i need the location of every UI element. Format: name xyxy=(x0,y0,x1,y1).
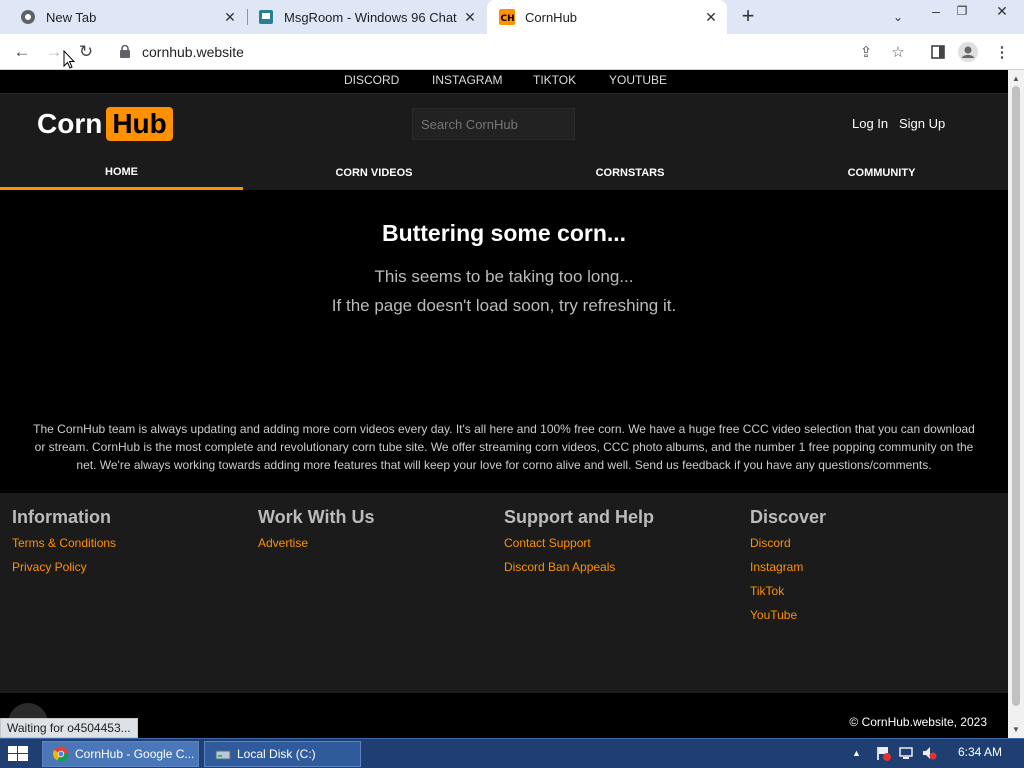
taskbar-item-explorer[interactable]: Local Disk (C:) xyxy=(204,741,361,767)
scrollbar-thumb[interactable] xyxy=(1012,86,1020,706)
social-link-instagram[interactable]: INSTAGRAM xyxy=(432,73,502,87)
reload-icon[interactable]: ↻ xyxy=(75,41,97,63)
footer-heading: Discover xyxy=(750,507,827,527)
social-link-tiktok[interactable]: TIKTOK xyxy=(533,73,576,87)
footer-link-contact-support[interactable]: Contact Support xyxy=(504,534,654,553)
svg-text:CH: CH xyxy=(501,14,515,24)
nav-home[interactable]: HOME xyxy=(0,156,243,190)
main-nav: HOME CORN VIDEOS CORNSTARS COMMUNITY xyxy=(0,156,1008,190)
tab-cornhub[interactable]: CH CornHub ✕ xyxy=(487,0,727,34)
taskbar-clock[interactable]: 6:34 AM xyxy=(958,745,1002,759)
tab-title: CornHub xyxy=(525,9,578,25)
window-close-icon[interactable]: ✕ xyxy=(986,0,1018,34)
loading-line-2: If the page doesn't load soon, try refre… xyxy=(331,296,677,315)
drive-icon xyxy=(215,746,231,762)
social-link-youtube[interactable]: YOUTUBE xyxy=(609,73,667,87)
page-viewport: DISCORD INSTAGRAM TIKTOK YOUTUBE Corn Hu… xyxy=(0,70,1008,738)
tray-volume-muted-icon[interactable] xyxy=(921,745,937,764)
forward-icon[interactable]: → xyxy=(43,41,65,63)
signup-link[interactable]: Sign Up xyxy=(899,116,945,131)
site-logo[interactable]: Corn Hub xyxy=(37,107,173,141)
loading-line-1: This seems to be taking too long... xyxy=(374,267,634,286)
lock-icon[interactable] xyxy=(120,44,130,63)
mouse-cursor-icon xyxy=(63,50,75,69)
login-link[interactable]: Log In xyxy=(852,116,888,131)
footer-link-discord[interactable]: Discord xyxy=(750,534,826,553)
chrome-icon xyxy=(20,9,36,25)
logo-text: Corn xyxy=(37,108,103,139)
loading-message: Buttering some corn... This seems to be … xyxy=(0,220,1008,316)
search-input[interactable] xyxy=(412,108,575,140)
cornhub-favicon-icon: CH xyxy=(499,9,515,25)
footer-link-advertise[interactable]: Advertise xyxy=(258,534,375,553)
footer-link-youtube[interactable]: YouTube xyxy=(750,606,826,625)
tab-msgroom[interactable]: MsgRoom - Windows 96 Chat ✕ xyxy=(248,0,486,34)
bookmark-star-icon[interactable]: ☆ xyxy=(888,42,908,62)
footer-link-ban-appeals[interactable]: Discord Ban Appeals xyxy=(504,558,654,577)
close-tab-icon[interactable]: ✕ xyxy=(222,9,238,25)
address-toolbar: ← → ↻ cornhub.website ⇪ ☆ ⋮ xyxy=(0,34,1024,70)
scroll-down-icon[interactable]: ▼ xyxy=(1012,725,1020,734)
tab-title: New Tab xyxy=(46,9,97,25)
footer-column-discover: Discover Discord Instagram TikTok YouTub… xyxy=(750,507,826,625)
taskbar-item-label: CornHub - Google C... xyxy=(75,747,195,761)
loading-title: Buttering some corn... xyxy=(381,220,627,246)
scroll-up-icon[interactable]: ▲ xyxy=(1012,74,1020,83)
footer-link-terms[interactable]: Terms & Conditions xyxy=(12,534,116,553)
back-icon[interactable]: ← xyxy=(11,41,33,63)
restore-icon[interactable]: ❐ xyxy=(946,0,978,34)
social-bar: DISCORD INSTAGRAM TIKTOK YOUTUBE xyxy=(0,70,1008,94)
kebab-menu-icon[interactable]: ⋮ xyxy=(992,42,1012,62)
windows-start-icon[interactable] xyxy=(6,744,30,764)
profile-avatar-icon[interactable] xyxy=(958,42,978,62)
status-bubble: Waiting for o4504453... xyxy=(0,718,138,738)
footer-heading: Work With Us xyxy=(258,507,375,527)
url-field[interactable]: cornhub.website xyxy=(142,44,244,60)
chrome-icon xyxy=(53,746,69,762)
tray-network-icon[interactable] xyxy=(898,745,914,764)
site-header: Corn Hub Log In Sign Up HOME CORN VIDEOS… xyxy=(0,94,1008,190)
tab-new-tab[interactable]: New Tab ✕ xyxy=(0,0,246,34)
close-tab-icon[interactable]: ✕ xyxy=(703,9,719,25)
footer-column-information: Information Terms & Conditions Privacy P… xyxy=(12,507,116,577)
page-scrollbar[interactable]: ▲ ▼ xyxy=(1008,70,1024,738)
footer-link-instagram[interactable]: Instagram xyxy=(750,558,826,577)
taskbar-item-chrome[interactable]: CornHub - Google C... xyxy=(42,741,199,767)
tray-overflow-icon[interactable]: ▲ xyxy=(852,748,861,758)
footer-heading: Support and Help xyxy=(504,507,654,527)
side-panel-icon[interactable] xyxy=(928,42,948,62)
windows-taskbar: CornHub - Google C... Local Disk (C:) ▲ … xyxy=(0,738,1024,768)
copyright-text: © CornHub.website, 2023 xyxy=(849,715,987,729)
logo-badge: Hub xyxy=(106,107,173,141)
nav-community[interactable]: COMMUNITY xyxy=(755,156,1008,190)
tray-flag-icon[interactable] xyxy=(875,745,891,764)
site-footer: Information Terms & Conditions Privacy P… xyxy=(0,493,1008,693)
about-paragraph: The CornHub team is always updating and … xyxy=(33,422,975,472)
footer-link-privacy[interactable]: Privacy Policy xyxy=(12,558,116,577)
tab-title: MsgRoom - Windows 96 Chat xyxy=(284,9,457,25)
share-icon[interactable]: ⇪ xyxy=(856,42,876,62)
footer-column-work: Work With Us Advertise xyxy=(258,507,375,553)
nav-corn-videos[interactable]: CORN VIDEOS xyxy=(243,156,505,190)
msgroom-icon xyxy=(258,9,274,25)
nav-cornstars[interactable]: CORNSTARS xyxy=(505,156,755,190)
new-tab-icon[interactable]: + xyxy=(737,5,759,28)
browser-tab-strip: New Tab ✕ MsgRoom - Windows 96 Chat ✕ CH… xyxy=(0,0,1024,34)
taskbar-item-label: Local Disk (C:) xyxy=(237,747,316,761)
social-link-discord[interactable]: DISCORD xyxy=(344,73,399,87)
footer-column-support: Support and Help Contact Support Discord… xyxy=(504,507,654,577)
footer-heading: Information xyxy=(12,507,111,527)
footer-link-tiktok[interactable]: TikTok xyxy=(750,582,826,601)
close-tab-icon[interactable]: ✕ xyxy=(462,9,478,25)
